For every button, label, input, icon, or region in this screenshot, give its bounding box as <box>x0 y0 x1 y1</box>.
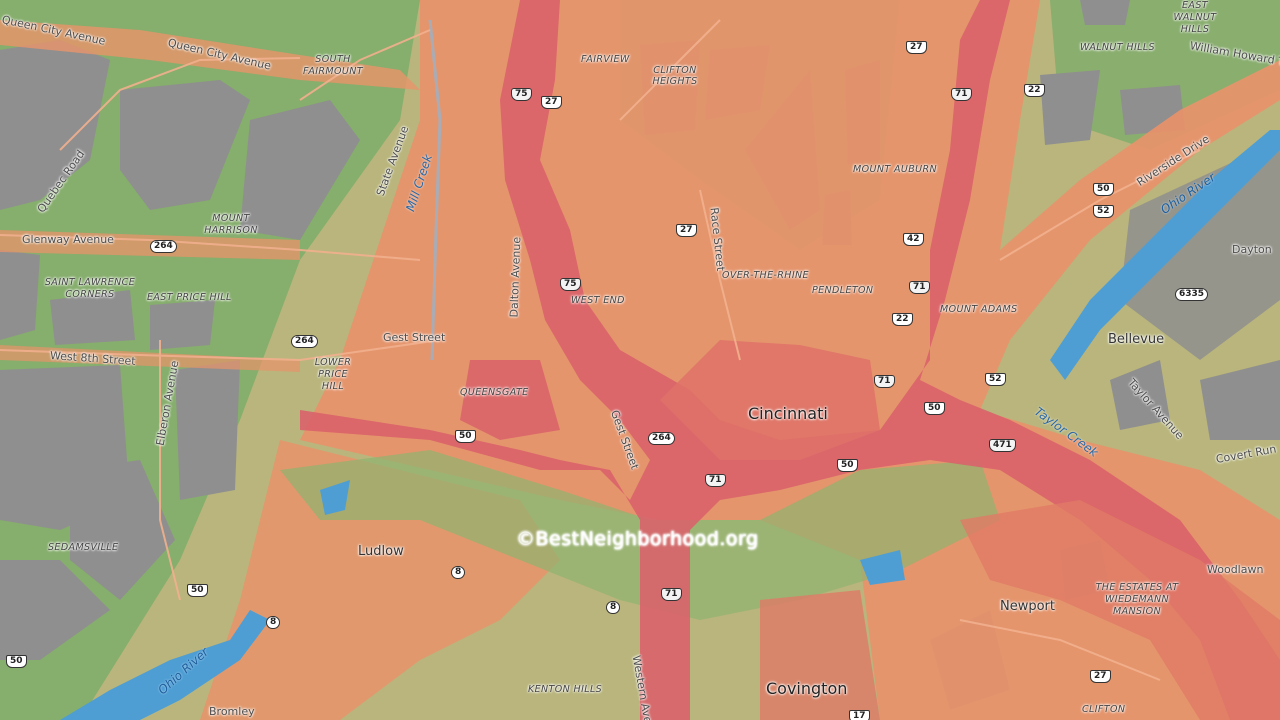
neighborhood-south-fairmount[interactable]: SOUTH FAIRMOUNT <box>298 54 368 78</box>
route-shield-us50: 50 <box>1093 183 1114 196</box>
place-bromley[interactable]: Bromley <box>209 706 255 717</box>
route-shield-264: 264 <box>150 240 177 253</box>
neighborhood-east-walnut-hills[interactable]: EAST WALNUT HILLS <box>1160 0 1230 36</box>
route-shield-264: 264 <box>648 432 675 445</box>
route-shield-i71: 71 <box>705 474 726 487</box>
route-shield-i71: 71 <box>909 281 930 294</box>
place-covington[interactable]: Covington <box>766 681 847 697</box>
route-shield-us50: 50 <box>837 459 858 472</box>
route-shield-us17: 17 <box>849 710 870 720</box>
route-shield-us27: 27 <box>906 41 927 54</box>
route-shield-i75: 75 <box>511 88 532 101</box>
route-shield-us50: 50 <box>924 402 945 415</box>
street-glenway-avenue: Glenway Avenue <box>22 233 114 246</box>
route-shield-us27: 27 <box>1090 670 1111 683</box>
watermark: ©BestNeighborhood.org <box>516 528 759 550</box>
street-dalton-avenue: Dalton Avenue <box>507 236 524 318</box>
route-shield-us50: 50 <box>6 655 27 668</box>
route-shield-i71: 71 <box>951 88 972 101</box>
route-shield-i75: 75 <box>560 278 581 291</box>
place-woodlawn[interactable]: Woodlawn <box>1207 564 1263 575</box>
route-shield-us52: 52 <box>1093 205 1114 218</box>
place-dayton[interactable]: Dayton <box>1232 244 1272 255</box>
neighborhood-mount-auburn[interactable]: MOUNT AUBURN <box>853 165 937 175</box>
place-bellevue[interactable]: Bellevue <box>1108 333 1164 346</box>
route-shield-us50: 50 <box>187 584 208 597</box>
place-newport[interactable]: Newport <box>1000 600 1055 613</box>
route-shield-i471: 471 <box>989 439 1016 452</box>
neighborhood-sedamsville[interactable]: SEDAMSVILLE <box>48 543 118 553</box>
route-shield-8: 8 <box>451 566 466 579</box>
route-shield-us22: 22 <box>892 313 913 326</box>
route-shield-us50: 50 <box>455 430 476 443</box>
neighborhood-saint-lawrence-corners[interactable]: SAINT LAWRENCE CORNERS <box>40 277 140 301</box>
map-base-layer <box>0 0 1280 720</box>
route-shield-8: 8 <box>266 616 281 629</box>
neighborhood-east-price-hill[interactable]: EAST PRICE HILL <box>147 293 232 303</box>
place-ludlow[interactable]: Ludlow <box>358 545 404 558</box>
map-canvas[interactable]: ©BestNeighborhood.org Cincinnati Covingt… <box>0 0 1280 720</box>
route-shield-us42: 42 <box>903 233 924 246</box>
neighborhood-pendleton[interactable]: PENDLETON <box>812 286 873 296</box>
neighborhood-west-end[interactable]: WEST END <box>571 296 625 306</box>
neighborhood-fairview[interactable]: FAIRVIEW <box>581 55 630 65</box>
neighborhood-estates-wiedemann[interactable]: THE ESTATES AT WIEDEMANN MANSION <box>1092 582 1182 618</box>
route-shield-us52: 52 <box>985 373 1006 386</box>
route-shield-us22: 22 <box>1024 84 1045 97</box>
place-cincinnati[interactable]: Cincinnati <box>748 406 828 422</box>
neighborhood-mount-adams[interactable]: MOUNT ADAMS <box>940 305 1018 315</box>
neighborhood-mount-harrison[interactable]: MOUNT HARRISON <box>200 213 262 237</box>
neighborhood-lower-price-hill[interactable]: LOWER PRICE HILL <box>308 357 358 393</box>
neighborhood-queensgate[interactable]: QUEENSGATE <box>460 388 529 398</box>
neighborhood-walnut-hills[interactable]: WALNUT HILLS <box>1080 43 1155 53</box>
neighborhood-clifton[interactable]: CLIFTON <box>1082 705 1125 715</box>
route-shield-i71: 71 <box>661 588 682 601</box>
route-shield-us27: 27 <box>541 96 562 109</box>
route-shield-264: 264 <box>291 335 318 348</box>
route-shield-8: 8 <box>606 601 621 614</box>
neighborhood-kenton-hills[interactable]: KENTON HILLS <box>528 685 602 695</box>
neighborhood-over-the-rhine[interactable]: OVER-THE-RHINE <box>722 271 809 281</box>
route-shield-6335: 6335 <box>1175 288 1209 301</box>
route-shield-us27: 27 <box>676 224 697 237</box>
street-gest-street: Gest Street <box>383 331 446 344</box>
neighborhood-clifton-heights[interactable]: CLIFTON HEIGHTS <box>645 65 705 87</box>
route-shield-i71: 71 <box>874 375 895 388</box>
